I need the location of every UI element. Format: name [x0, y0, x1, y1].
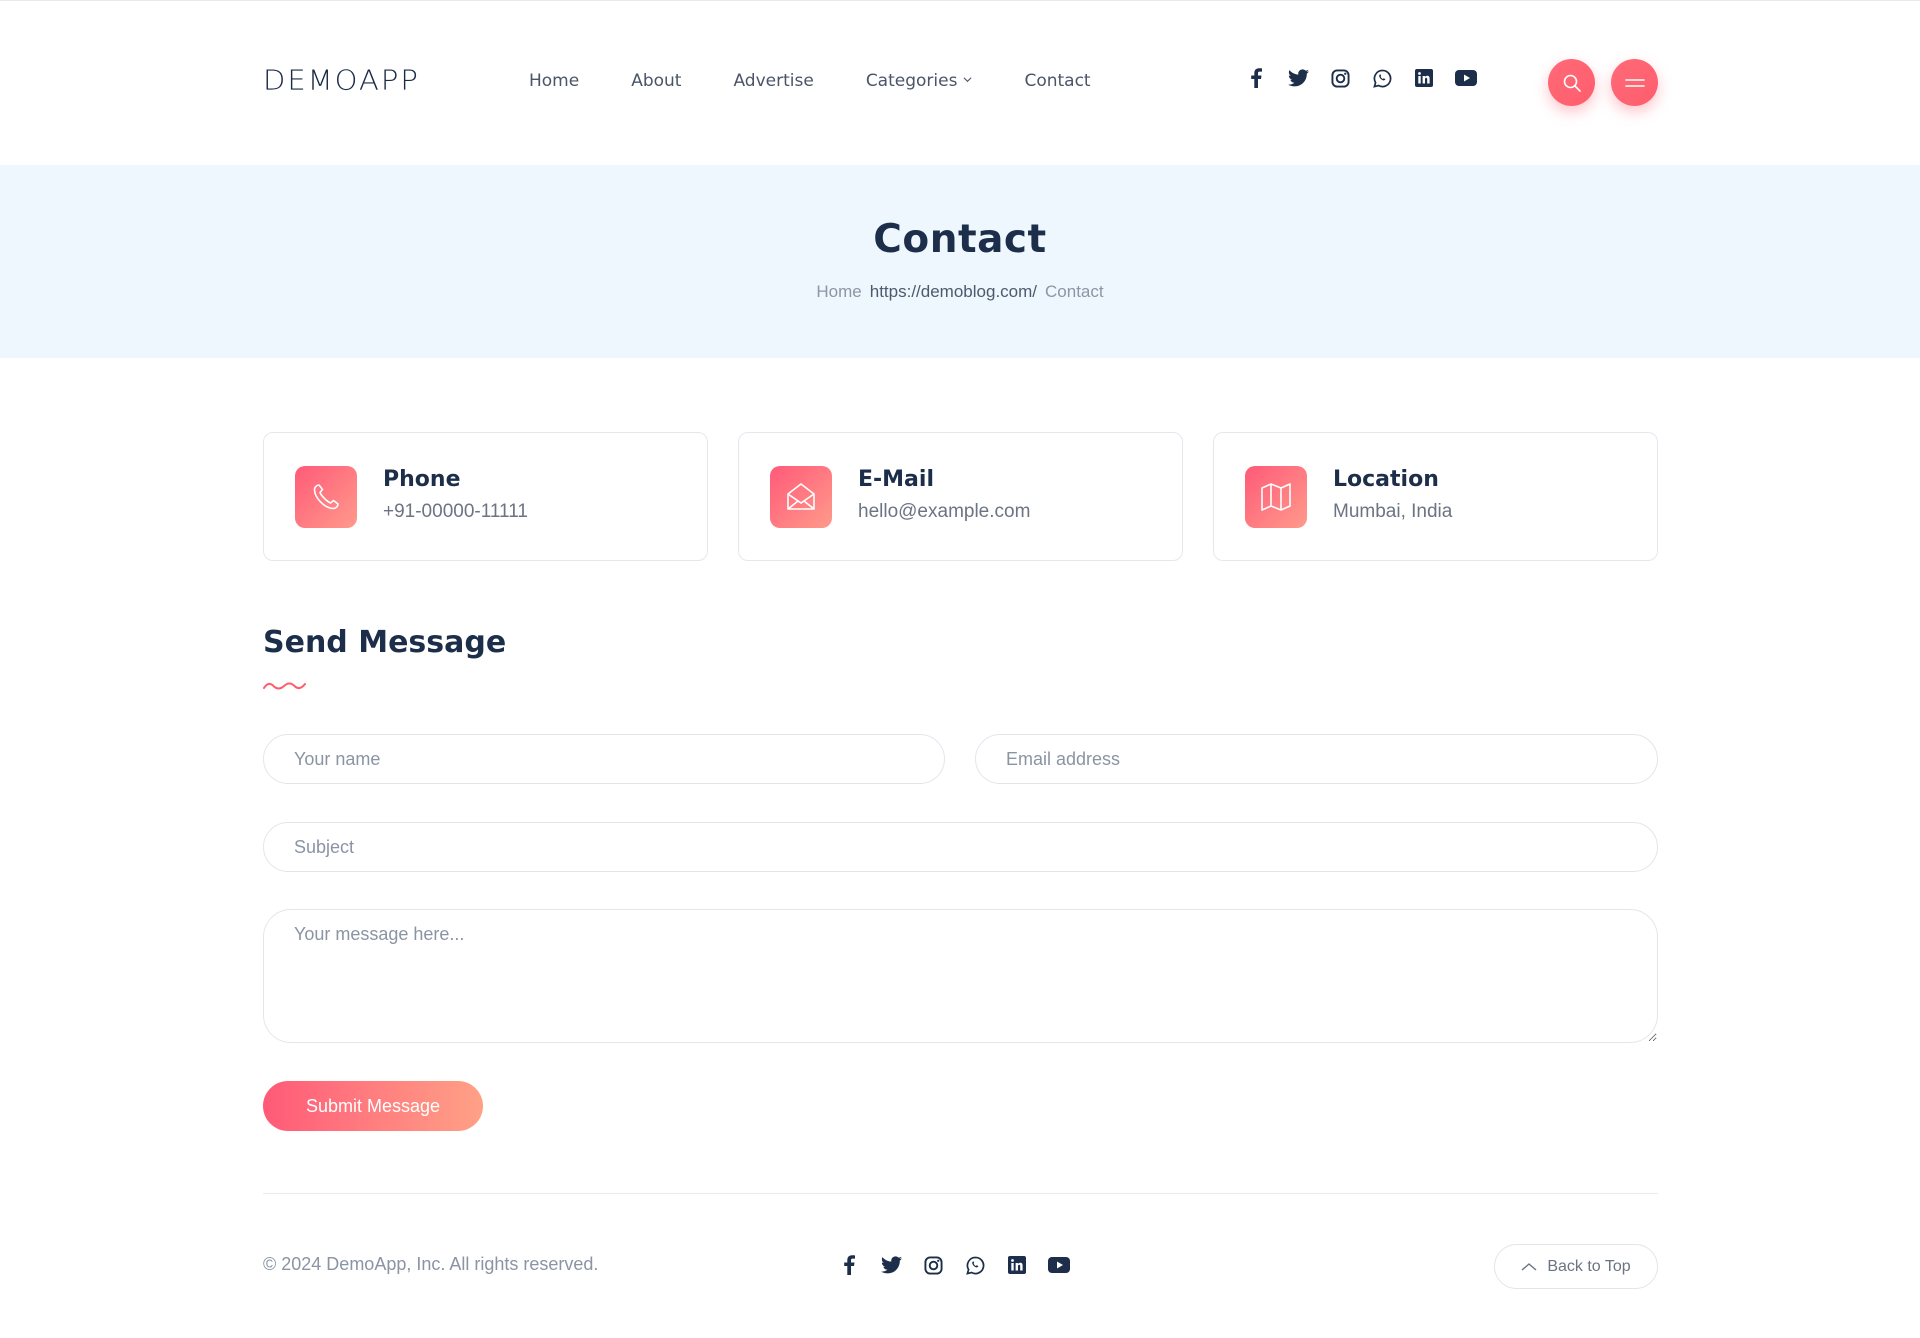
page-banner: Contact Home https://demoblog.com/Contact — [0, 165, 1920, 358]
phone-icon — [313, 484, 339, 510]
menu-button[interactable] — [1611, 59, 1658, 106]
send-message-heading: Send Message — [263, 625, 507, 660]
instagram-icon[interactable] — [1329, 67, 1351, 89]
page-title: Contact — [873, 217, 1047, 262]
subject-field[interactable] — [263, 822, 1658, 872]
email-field[interactable] — [975, 734, 1658, 784]
breadcrumb-separator: https://demoblog.com/ — [869, 282, 1038, 301]
submit-message-button[interactable]: Submit Message — [263, 1081, 483, 1131]
back-to-top-button[interactable]: Back to Top — [1494, 1244, 1658, 1289]
message-textarea[interactable] — [263, 909, 1658, 1043]
footer-social-links — [838, 1254, 1090, 1276]
map-icon — [1261, 483, 1291, 511]
breadcrumb-home[interactable]: Home — [816, 282, 861, 301]
name-field[interactable] — [263, 734, 945, 784]
nav-home[interactable]: Home — [529, 71, 579, 91]
back-to-top-label: Back to Top — [1547, 1257, 1631, 1275]
main-nav: Home About Advertise Categories Contact — [529, 71, 1143, 91]
card-value: Mumbai, India — [1333, 501, 1453, 522]
nav-categories-label: Categories — [865, 71, 958, 91]
envelope-icon-tile — [770, 466, 832, 528]
info-card-email: E-Mail hello@example.com — [738, 432, 1183, 561]
whatsapp-icon[interactable] — [1371, 67, 1393, 89]
card-title: Location — [1333, 467, 1439, 492]
site-logo[interactable]: DEMOAPP — [263, 64, 420, 96]
facebook-icon[interactable] — [1245, 67, 1267, 89]
info-card-phone: Phone +91-00000-11111 — [263, 432, 708, 561]
nav-about[interactable]: About — [631, 71, 681, 91]
search-button[interactable] — [1548, 59, 1595, 106]
card-value: hello@example.com — [858, 501, 1031, 522]
twitter-icon[interactable] — [880, 1254, 902, 1276]
site-header: DEMOAPP Home About Advertise Categories … — [0, 1, 1920, 165]
copyright-text: © 2024 DemoApp, Inc. All rights reserved… — [263, 1254, 599, 1274]
phone-icon-tile — [295, 466, 357, 528]
nav-contact[interactable]: Contact — [1024, 71, 1090, 91]
search-icon — [1563, 74, 1581, 92]
chevron-down-icon — [963, 76, 972, 82]
chevron-up-icon — [1521, 1262, 1537, 1271]
instagram-icon[interactable] — [922, 1254, 944, 1276]
youtube-icon[interactable] — [1455, 67, 1477, 89]
whatsapp-icon[interactable] — [964, 1254, 986, 1276]
nav-categories[interactable]: Categories — [866, 71, 973, 91]
map-icon-tile — [1245, 466, 1307, 528]
card-value: +91-00000-11111 — [383, 501, 528, 522]
footer-divider — [263, 1193, 1658, 1194]
breadcrumb-current: Contact — [1045, 282, 1104, 301]
facebook-icon[interactable] — [838, 1254, 860, 1276]
squiggle-divider — [263, 682, 306, 690]
card-title: E-Mail — [858, 467, 934, 492]
envelope-open-icon — [787, 483, 815, 510]
youtube-icon[interactable] — [1048, 1254, 1070, 1276]
hamburger-menu-icon — [1624, 78, 1645, 87]
breadcrumb: Home https://demoblog.com/Contact — [0, 282, 1920, 302]
info-card-location: Location Mumbai, India — [1213, 432, 1658, 561]
linkedin-icon[interactable] — [1413, 67, 1435, 89]
header-social-links — [1245, 67, 1497, 89]
nav-advertise[interactable]: Advertise — [733, 71, 813, 91]
twitter-icon[interactable] — [1287, 67, 1309, 89]
linkedin-icon[interactable] — [1006, 1254, 1028, 1276]
card-title: Phone — [383, 467, 461, 492]
